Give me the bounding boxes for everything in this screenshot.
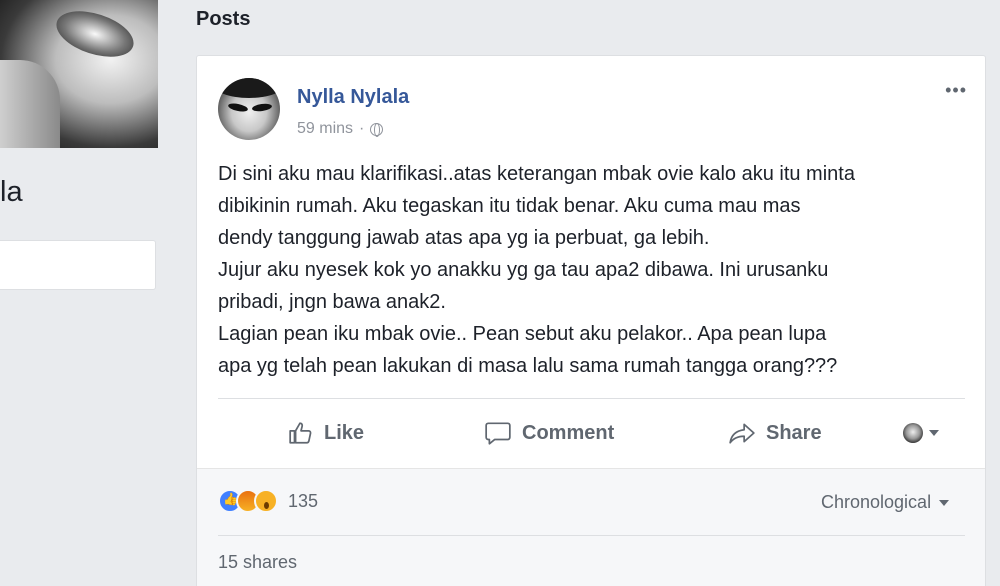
post-body: Di sini aku mau klarifikasi..atas ketera… — [218, 158, 978, 382]
chevron-down-icon — [929, 430, 939, 436]
author-avatar[interactable] — [218, 78, 280, 140]
share-label: Share — [766, 421, 822, 444]
reactions-summary: 135 Chronological 15 shares — [197, 468, 985, 586]
avatar-eye — [251, 102, 273, 113]
posts-heading: Posts — [196, 8, 251, 30]
action-divider — [218, 398, 965, 399]
post-action-bar: Like Comment Share — [218, 408, 965, 458]
photo-detail — [50, 2, 140, 66]
mini-avatar-icon — [903, 423, 923, 443]
like-button[interactable]: Like — [288, 420, 364, 446]
audience-selector[interactable] — [903, 423, 939, 443]
avatar-eye — [227, 101, 249, 114]
post-text-line: dendy tanggung jawab atas apa yg ia perb… — [218, 227, 710, 249]
thumbs-up-icon — [289, 422, 312, 444]
comment-sort-dropdown[interactable]: Chronological — [821, 492, 950, 513]
post-text-line: apa yg telah pean lakukan di masa lalu s… — [218, 355, 838, 377]
post-text-line: pribadi, jngn bawa anak2. — [218, 291, 446, 313]
comment-label: Comment — [522, 421, 615, 444]
profile-photo[interactable] — [0, 0, 158, 148]
like-label: Like — [324, 421, 365, 444]
comment-icon — [485, 422, 511, 445]
photo-shade — [0, 60, 60, 148]
chevron-down-icon — [939, 499, 950, 506]
shares-count-link[interactable]: 15 shares — [218, 552, 297, 573]
author-name-link[interactable]: Nylla Nylala — [297, 86, 409, 109]
more-options-icon[interactable]: ••• — [945, 80, 967, 101]
share-icon — [729, 423, 755, 444]
reaction-count[interactable]: 135 — [288, 491, 318, 512]
profile-info-box — [0, 240, 156, 290]
post-text-line: dibikinin rumah. Aku tegaskan itu tidak … — [218, 195, 801, 217]
post-card: Nylla Nylala 59 mins · ••• Di sini aku m… — [196, 55, 986, 586]
profile-side-panel — [0, 310, 175, 586]
profile-name[interactable]: la — [0, 176, 23, 209]
share-button[interactable]: Share — [728, 420, 822, 446]
post-text-line: Lagian pean iku mbak ovie.. Pean sebut a… — [218, 323, 827, 345]
reaction-icons[interactable]: 135 — [218, 489, 318, 513]
meta-separator: · — [359, 120, 365, 137]
post-text-line: Di sini aku mau klarifikasi..atas ketera… — [218, 163, 855, 185]
sort-label: Chronological — [821, 492, 932, 512]
wow-reaction-icon — [254, 489, 278, 513]
post-meta: 59 mins · — [297, 120, 384, 138]
comment-button[interactable]: Comment — [484, 420, 614, 446]
globe-icon[interactable] — [370, 122, 384, 137]
avatar-hair — [218, 78, 280, 98]
profile-column: la — [0, 0, 175, 586]
post-text-line: Jujur aku nyesek kok yo anakku yg ga tau… — [218, 259, 829, 281]
reactions-divider — [218, 535, 965, 536]
post-timestamp[interactable]: 59 mins — [297, 120, 353, 138]
